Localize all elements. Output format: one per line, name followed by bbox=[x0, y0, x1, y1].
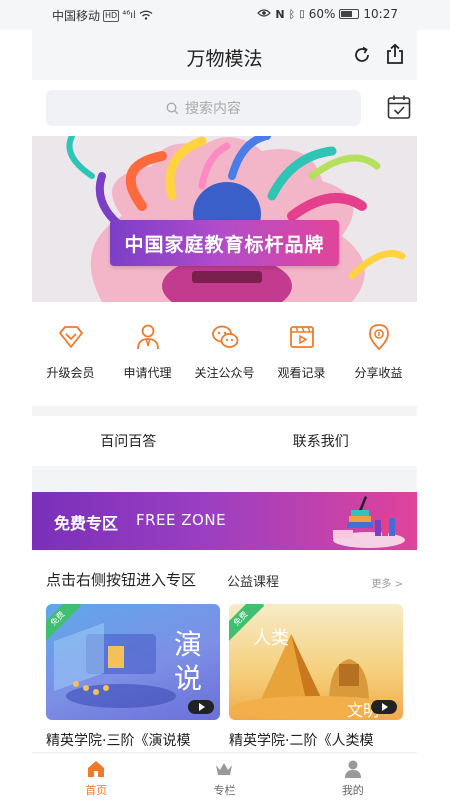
crown-icon bbox=[216, 763, 233, 775]
agent-icon bbox=[136, 324, 159, 350]
card-art-text: 人类 bbox=[253, 628, 289, 649]
contact-link[interactable]: 联系我们 bbox=[225, 431, 418, 451]
quick-item-share-income[interactable]: 分享收益 bbox=[340, 302, 417, 406]
quick-item-apply-agent[interactable]: 申请代理 bbox=[109, 302, 186, 406]
search-placeholder: 搜索内容 bbox=[185, 101, 241, 117]
tab-column[interactable]: 专栏 bbox=[160, 753, 288, 800]
signal-icon: ⁴⁶ıl bbox=[122, 10, 136, 21]
faq-link[interactable]: 百问百答 bbox=[32, 431, 225, 451]
free-zone-subtitle: FREE ZONE bbox=[136, 511, 227, 529]
hd-badge: HD bbox=[103, 9, 120, 22]
tab-label: 首页 bbox=[85, 784, 108, 797]
bottom-tab-bar: 首页 专栏 我的 bbox=[32, 752, 417, 800]
eye-icon bbox=[257, 7, 272, 21]
calendar-checkin-button[interactable] bbox=[387, 94, 411, 120]
card-art-text: 演 bbox=[174, 628, 202, 661]
calendar-icon bbox=[387, 95, 411, 119]
tab-label: 我的 bbox=[341, 784, 364, 797]
quick-item-label: 升级会员 bbox=[46, 366, 95, 380]
books-illustration bbox=[333, 496, 405, 548]
quick-item-label: 分享收益 bbox=[354, 366, 403, 380]
search-icon bbox=[166, 102, 179, 114]
section-divider bbox=[32, 466, 417, 492]
link-row: 百问百答 联系我们 bbox=[32, 416, 417, 466]
share-income-icon bbox=[368, 324, 389, 351]
search-input[interactable]: 搜索内容 bbox=[46, 90, 361, 126]
course-section-header: 点击右侧按钮进入专区 公益课程 更多 > bbox=[32, 556, 417, 600]
course-card-title[interactable]: 精英学院·二阶《人类模 bbox=[229, 730, 403, 750]
wechat-icon bbox=[211, 325, 238, 348]
diamond-icon bbox=[58, 326, 83, 348]
video-history-icon bbox=[289, 326, 314, 348]
course-card[interactable]: 演 说 免费 bbox=[46, 604, 220, 720]
quick-item-watch-history[interactable]: 观看记录 bbox=[263, 302, 340, 406]
share-button[interactable] bbox=[385, 43, 405, 65]
course-card-title[interactable]: 精英学院·三阶《演说模 bbox=[46, 730, 220, 750]
free-zone-title: 免费专区 bbox=[54, 514, 119, 533]
title-bar: 万物模法 bbox=[32, 30, 417, 80]
wifi-icon bbox=[139, 9, 153, 23]
promo-banner[interactable]: 中国家庭教育标杆品牌 bbox=[32, 136, 417, 302]
more-link[interactable]: 更多 > bbox=[371, 575, 403, 590]
play-icon bbox=[188, 700, 214, 714]
banner-label: 中国家庭教育标杆品牌 bbox=[110, 220, 339, 266]
status-bar: 中国移动 HD ⁴⁶ıl N ᛒ ▯ 60% 10:27 bbox=[0, 0, 450, 30]
quick-item-label: 观看记录 bbox=[277, 366, 326, 380]
banner-illustration bbox=[32, 136, 417, 302]
course-card[interactable]: 人类 文明 免费 bbox=[229, 604, 403, 720]
section-hint: 点击右侧按钮进入专区 bbox=[46, 571, 197, 589]
refresh-button[interactable] bbox=[352, 45, 372, 65]
battery-icon bbox=[339, 9, 360, 19]
home-icon bbox=[88, 761, 105, 777]
section-divider bbox=[32, 406, 417, 416]
time-text: 10:27 bbox=[363, 7, 398, 21]
vibrate-icon: ▯ bbox=[299, 8, 305, 20]
tab-mine[interactable]: 我的 bbox=[289, 753, 417, 800]
search-row: 搜索内容 bbox=[32, 80, 417, 136]
battery-text: 60% bbox=[308, 7, 336, 21]
quick-item-label: 申请代理 bbox=[123, 366, 172, 380]
play-icon bbox=[371, 700, 397, 714]
free-zone-banner[interactable]: 免费专区 FREE ZONE bbox=[32, 492, 417, 550]
quick-item-label: 关注公众号 bbox=[194, 366, 255, 380]
carrier-text: 中国移动 bbox=[52, 9, 101, 23]
svg-text:说: 说 bbox=[174, 662, 202, 695]
user-icon bbox=[344, 760, 361, 778]
quick-item-upgrade-member[interactable]: 升级会员 bbox=[32, 302, 109, 406]
quick-menu: 升级会员 申请代理 关注公众号 观看记录 分享收益 bbox=[32, 302, 417, 406]
section-category[interactable]: 公益课程 bbox=[227, 571, 279, 590]
tab-label: 专栏 bbox=[213, 784, 236, 797]
bluetooth-icon: ᛒ bbox=[288, 7, 296, 21]
nfc-icon: N bbox=[275, 7, 285, 21]
share-icon bbox=[387, 43, 403, 64]
tab-home[interactable]: 首页 bbox=[32, 753, 160, 800]
quick-item-follow-official-account[interactable]: 关注公众号 bbox=[186, 302, 263, 406]
refresh-icon bbox=[355, 46, 369, 62]
